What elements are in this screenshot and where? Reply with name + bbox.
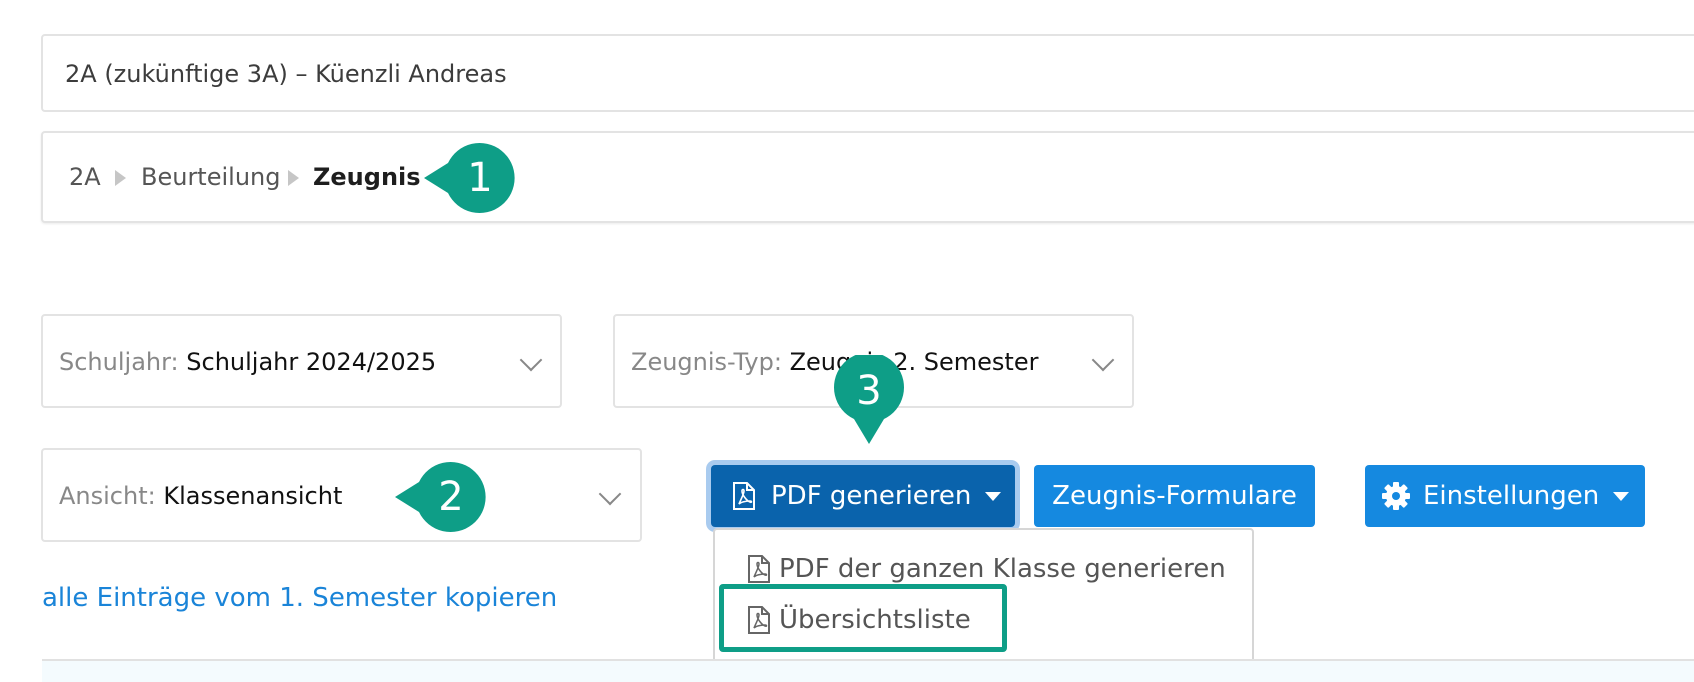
zeugnis-typ-label: Zeugnis-Typ: <box>631 348 782 376</box>
settings-button[interactable]: Einstellungen <box>1365 465 1645 527</box>
zeugnis-typ-value: Zeugnis 2. Semester <box>789 348 1039 376</box>
settings-label: Einstellungen <box>1423 481 1600 511</box>
menu-item-label: PDF der ganzen Klasse generieren <box>779 554 1226 584</box>
chevron-down-icon <box>1091 348 1115 372</box>
class-select[interactable]: 2A (zukünftige 3A) – Küenzli Andreas <box>41 34 1694 112</box>
breadcrumb-item-beurteilung[interactable]: Beurteilung <box>141 163 280 191</box>
zeugnis-formulare-button[interactable]: Zeugnis-Formulare <box>1034 465 1315 527</box>
breadcrumb-item-current: Zeugnis <box>313 163 421 191</box>
gear-icon <box>1382 482 1410 510</box>
file-pdf-icon <box>748 555 770 583</box>
annotation-number: 2 <box>438 474 464 520</box>
table-header-area <box>42 661 1694 682</box>
caret-down-icon <box>985 491 1002 501</box>
class-select-value: 2A (zukünftige 3A) – Küenzli Andreas <box>65 60 507 88</box>
annotation-marker-1: 1 <box>424 141 516 215</box>
copy-semester-link[interactable]: alle Einträge vom 1. Semester kopieren <box>42 583 557 613</box>
annotation-number: 1 <box>467 155 493 201</box>
ansicht-select[interactable]: Ansicht: Klassenansicht <box>41 448 642 542</box>
zeugnis-formulare-label: Zeugnis-Formulare <box>1052 481 1297 511</box>
breadcrumb-separator-icon <box>115 170 126 186</box>
pdf-generate-label: PDF generieren <box>771 481 972 511</box>
pdf-generate-button[interactable]: PDF generieren <box>711 465 1015 527</box>
annotation-marker-2: 2 <box>395 460 487 534</box>
ansicht-label: Ansicht: <box>59 482 156 510</box>
annotation-number: 3 <box>856 368 882 414</box>
breadcrumb: 2A Beurteilung Zeugnis <box>41 131 1694 223</box>
chevron-down-icon <box>519 348 543 372</box>
caret-down-icon <box>1613 491 1630 501</box>
breadcrumb-item-class[interactable]: 2A <box>69 163 101 191</box>
schuljahr-value: Schuljahr 2024/2025 <box>186 348 437 376</box>
menu-item-pdf-class[interactable]: PDF der ganzen Klasse generieren <box>747 554 1226 584</box>
file-pdf-icon <box>733 482 755 510</box>
breadcrumb-separator-icon <box>288 170 299 186</box>
chevron-down-icon <box>598 482 622 506</box>
highlight-frame <box>719 584 1007 652</box>
annotation-marker-3: 3 <box>832 355 906 445</box>
schuljahr-select[interactable]: Schuljahr: Schuljahr 2024/2025 <box>41 314 562 408</box>
ansicht-value: Klassenansicht <box>163 482 343 510</box>
schuljahr-label: Schuljahr: <box>59 348 179 376</box>
